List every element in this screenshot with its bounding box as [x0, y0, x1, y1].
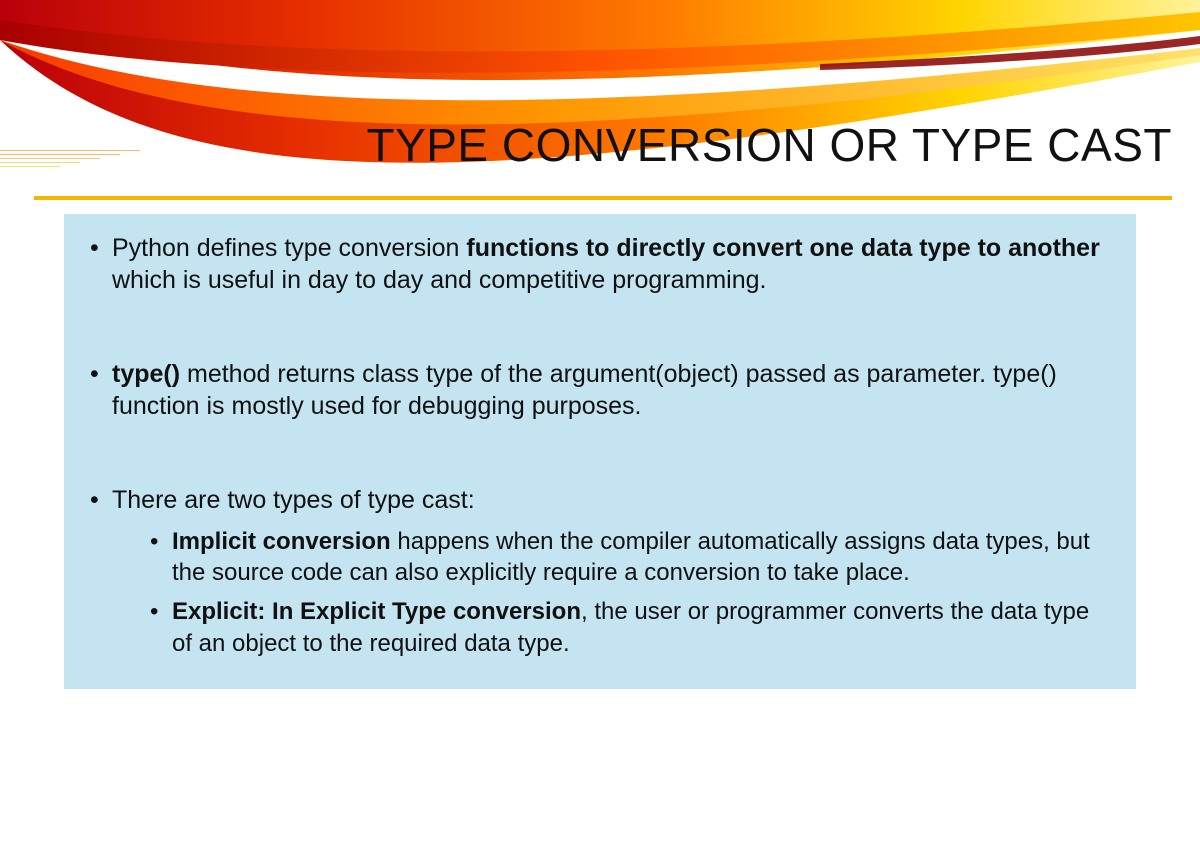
slide-title: TYPE CONVERSION OR TYPE CAST	[282, 118, 1172, 172]
sub-bullet-item: Explicit: In Explicit Type conversion, t…	[150, 596, 1110, 658]
bold-text: Implicit conversion	[172, 528, 391, 555]
text: which is useful in day to day and compet…	[112, 266, 767, 294]
decorative-swoosh	[0, 0, 1200, 210]
divider-rule	[34, 196, 1172, 200]
slide: TYPE CONVERSION OR TYPE CAST Python defi…	[0, 0, 1200, 849]
bullet-item: type() method returns class type of the …	[90, 358, 1110, 422]
bullet-item: Python defines type conversion functions…	[90, 232, 1110, 296]
bold-text: Explicit: In Explicit Type conversion	[172, 598, 581, 625]
text: Python defines type conversion	[112, 234, 466, 262]
content-box: Python defines type conversion functions…	[64, 214, 1136, 689]
sub-bullet-item: Implicit conversion happens when the com…	[150, 526, 1110, 588]
bold-text: type()	[112, 360, 180, 388]
bullet-item: There are two types of type cast: Implic…	[90, 484, 1110, 659]
bold-text: functions to directly convert one data t…	[466, 234, 1099, 262]
text: method returns class type of the argumen…	[112, 360, 1057, 420]
text: There are two types of type cast:	[112, 486, 475, 514]
